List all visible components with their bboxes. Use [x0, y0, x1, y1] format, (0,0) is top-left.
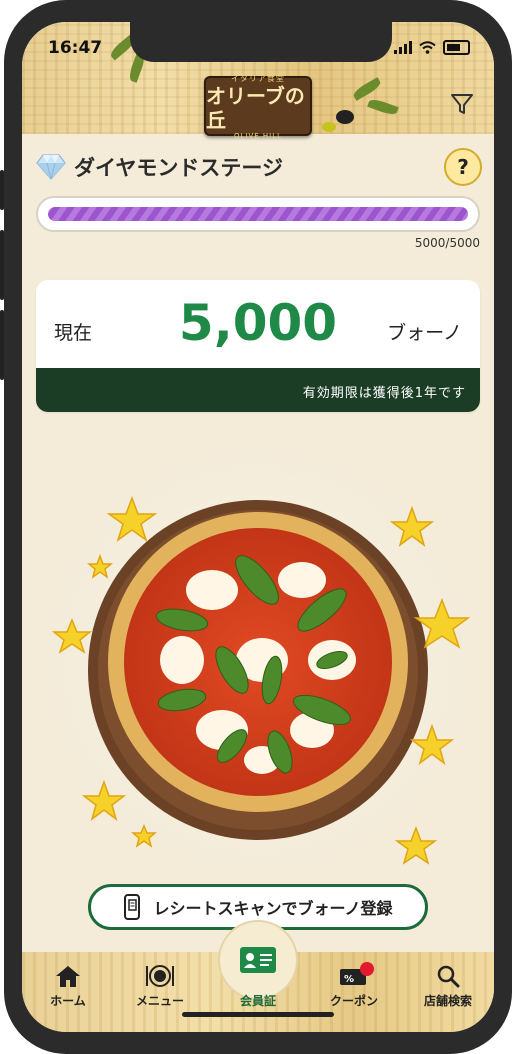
brand-logo: イタリア食堂 オリーブの丘 OLIVE HILL [204, 73, 312, 140]
member-card-icon [240, 947, 276, 973]
signal-icon [394, 41, 412, 54]
svg-text:%: % [344, 974, 354, 985]
points-unit: ブォーノ [387, 322, 462, 344]
stage-illustration [22, 430, 494, 890]
mute-switch [0, 170, 4, 210]
nav-item-menu[interactable]: メニュー [118, 962, 202, 1009]
olive-leaf-decoration [367, 97, 399, 117]
logo-title: オリーブの丘 [206, 83, 305, 132]
filter-icon[interactable] [450, 92, 474, 116]
nav-member-label: 会員証 [239, 994, 276, 1008]
logo-english: OLIVE HILL [233, 131, 283, 140]
stage-title: ダイヤモンドステージ [74, 156, 283, 180]
nav-item-member-card[interactable] [218, 920, 298, 1000]
volume-down-button [0, 310, 4, 380]
olive-leaf-decoration [351, 77, 383, 101]
notch [130, 22, 392, 62]
menu-plate-icon [146, 965, 174, 987]
nav-coupon-label: クーポン [329, 994, 378, 1008]
status-icons [394, 40, 470, 55]
coupon-badge-dot [360, 962, 374, 976]
nav-store-label: 店舗検索 [423, 994, 472, 1008]
help-icon: ? [457, 155, 469, 179]
nav-home-label: ホーム [50, 994, 86, 1008]
points-card-footer: 有効期限は獲得後1年です [36, 368, 480, 412]
points-card: 現在 5,000 ブォーノ 有効期限は獲得後1年です [36, 280, 480, 412]
receipt-phone-icon [124, 894, 141, 920]
app-screen: 16:47 イタリア食堂 オリーブの丘 OLIVE HILL ダイヤモンドステー… [22, 22, 494, 1032]
points-card-top: 現在 5,000 ブォーノ [36, 280, 480, 368]
olive-decoration [336, 110, 354, 124]
olive-decoration [322, 122, 336, 132]
stage-progress-fill [48, 207, 468, 221]
stage-progress-text: 5000/5000 [414, 236, 480, 250]
diamond-icon [36, 154, 66, 180]
nav-item-home[interactable]: ホーム [26, 962, 110, 1009]
help-button[interactable]: ? [444, 148, 482, 186]
home-indicator [182, 1012, 334, 1017]
nav-item-store-search[interactable]: 店舗検索 [406, 962, 490, 1009]
pizza-illustration [28, 430, 488, 890]
logo-subtitle: イタリア食堂 [231, 73, 285, 83]
receipt-scan-label: レシートスキャンでブォーノ登録 [153, 899, 393, 918]
stage-row: ダイヤモンドステージ ? [36, 148, 482, 188]
volume-up-button [0, 230, 4, 300]
nav-menu-label: メニュー [135, 994, 184, 1008]
search-icon [437, 965, 460, 988]
home-icon [56, 966, 80, 987]
stage-progress-bar [36, 196, 480, 232]
points-expiry-note: 有効期限は獲得後1年です [302, 386, 466, 401]
nav-item-coupon[interactable]: % クーポン [312, 962, 396, 1009]
status-time: 16:47 [48, 38, 103, 58]
battery-icon [443, 40, 470, 55]
wifi-icon [419, 41, 436, 54]
